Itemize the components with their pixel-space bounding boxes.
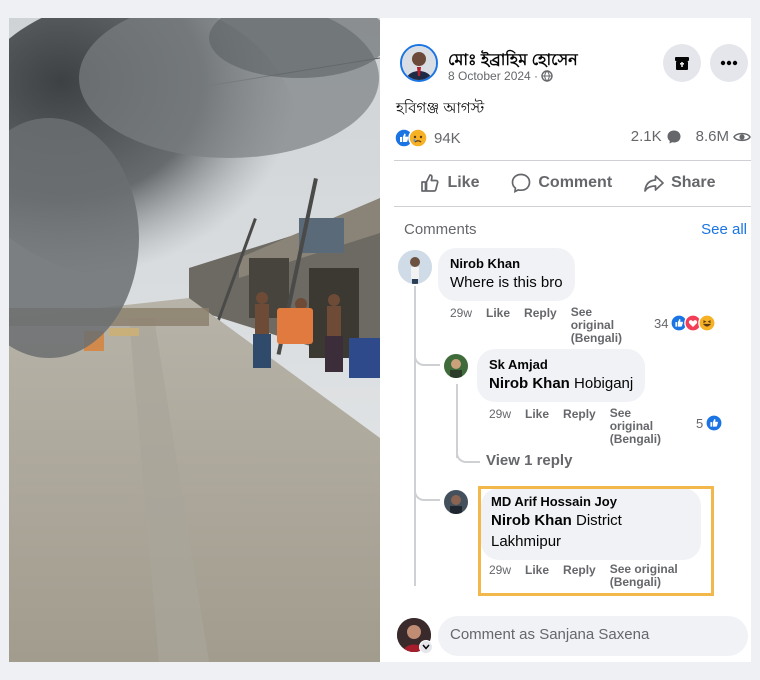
share-icon	[644, 175, 664, 192]
see-original-link[interactable]: See original (Bengali)	[571, 306, 629, 345]
comments-count: 2.1K	[630, 128, 662, 145]
reaction-summary[interactable]: 94K	[394, 128, 461, 148]
comment-like-button[interactable]: Like	[486, 306, 510, 320]
comment-reply-button[interactable]: Reply	[524, 306, 557, 320]
comment-bubble: Sk Amjad Nirob Khan Hobiganj	[477, 349, 646, 402]
share-label: Share	[671, 174, 716, 191]
post-timestamp[interactable]: 8 October 2024 ·	[448, 69, 553, 83]
post-actions: Like Comment Share	[380, 166, 751, 200]
comment-actions: 29w Like Reply See original (Bengali)	[489, 407, 684, 446]
archive-button[interactable]	[663, 44, 701, 82]
comment-author[interactable]: Sk Amjad	[489, 357, 633, 373]
eye-icon	[733, 132, 751, 141]
see-original-link[interactable]: See original (Bengali)	[610, 407, 670, 446]
more-options-button[interactable]	[710, 44, 748, 82]
comment-button[interactable]: Comment	[510, 172, 612, 194]
comment-reactions[interactable]: 34	[654, 314, 717, 332]
street-fire-scene	[9, 18, 380, 662]
more-options-icon	[720, 60, 738, 66]
divider	[394, 160, 751, 161]
like-reaction-icon	[705, 414, 724, 432]
like-label: Like	[447, 174, 480, 191]
comment-actions: 29w Like Reply See original (Bengali)	[450, 306, 643, 345]
post-panel: মোঃ ইব্রাহিম হোসেন 8 October 2024 · হবিগ…	[380, 18, 751, 662]
highlight-box	[478, 486, 714, 596]
comment-text: Nirob Khan Hobiganj	[489, 373, 633, 394]
views-count: 8.6M	[695, 128, 729, 145]
avatar[interactable]	[444, 354, 468, 378]
chevron-down-icon	[422, 644, 430, 650]
archive-icon	[675, 57, 689, 70]
post-text: হবিগঞ্জ আগস্ট	[396, 100, 485, 117]
reaction-count: 94K	[434, 129, 461, 147]
comment-bubble-icon	[667, 130, 681, 143]
haha-reaction-icon	[698, 314, 717, 332]
post-video[interactable]	[9, 18, 380, 662]
thread-connector	[456, 443, 480, 463]
comment-reactions[interactable]: 5	[696, 414, 724, 432]
comment-mention[interactable]: Nirob Khan	[489, 375, 570, 392]
comment-body: Hobiganj	[574, 375, 634, 392]
profile-switch-button[interactable]	[419, 640, 433, 654]
comment-like-button[interactable]: Like	[525, 407, 549, 421]
comment-time[interactable]: 29w	[489, 407, 511, 421]
like-button[interactable]: Like	[419, 172, 479, 194]
comment-bubble: Nirob Khan Where is this bro	[438, 248, 575, 301]
divider	[394, 206, 751, 207]
views-stat: 8.6M	[696, 128, 751, 145]
comment-input[interactable]: Comment as Sanjana Saxena	[438, 616, 748, 656]
post-date[interactable]: 8 October 2024 ·	[448, 69, 538, 83]
comment-icon	[512, 173, 531, 193]
thumbs-up-icon	[421, 174, 440, 192]
globe-icon	[541, 70, 553, 82]
sad-reaction-icon	[408, 128, 428, 148]
thread-connector	[414, 483, 440, 501]
comments-stat[interactable]: 2.1K	[631, 128, 682, 145]
comment-reply-button[interactable]: Reply	[563, 407, 596, 421]
avatar[interactable]	[444, 490, 468, 514]
thread-connector	[414, 348, 440, 366]
thread-line	[414, 286, 416, 586]
see-all-link[interactable]: See all	[701, 221, 747, 238]
comment-label: Comment	[538, 174, 613, 191]
avatar[interactable]	[398, 250, 432, 284]
comment-time[interactable]: 29w	[450, 306, 472, 320]
comment-author[interactable]: Nirob Khan	[450, 256, 563, 272]
comments-heading: Comments	[404, 221, 477, 238]
comment-reaction-count: 34	[654, 315, 669, 331]
share-button[interactable]: Share	[643, 172, 716, 194]
poster-avatar[interactable]	[400, 44, 438, 82]
comment-text: Where is this bro	[450, 274, 563, 291]
view-replies-link[interactable]: View 1 reply	[486, 452, 572, 469]
post-stats: 2.1K 8.6M	[617, 128, 751, 145]
comment-reaction-count: 5	[696, 415, 704, 431]
